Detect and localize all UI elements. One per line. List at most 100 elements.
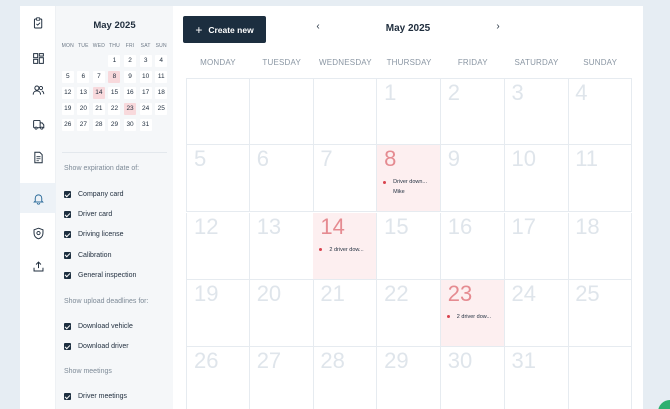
day-cell[interactable]: 23 2 driver dow... xyxy=(440,279,505,347)
rail-item-shield[interactable] xyxy=(20,218,56,248)
filter-checkbox-driving-license[interactable]: Driving license xyxy=(64,231,124,239)
day-cell[interactable]: 18 xyxy=(568,212,633,280)
mini-day[interactable]: 20 xyxy=(76,102,92,115)
day-cell[interactable]: 8 Driver down... Mike xyxy=(377,145,442,213)
filter-checkbox-download-driver[interactable]: Download driver xyxy=(64,343,129,351)
filter-checkbox-calibration[interactable]: Calibration xyxy=(64,251,111,259)
rail-item-truck[interactable] xyxy=(20,109,56,139)
shield-icon xyxy=(33,227,43,239)
day-number: 14 xyxy=(320,213,345,239)
event-item[interactable]: 2 driver dow... xyxy=(319,247,364,253)
filter-checkbox-driver-card[interactable]: Driver card xyxy=(64,211,112,219)
mini-day-number: 26 xyxy=(61,118,74,131)
day-cell[interactable]: 31 xyxy=(505,347,569,409)
mini-day[interactable]: 7 xyxy=(91,70,107,83)
mini-day[interactable]: 23 xyxy=(122,102,138,115)
mini-day[interactable]: 10 xyxy=(138,70,154,83)
rail-item-upload[interactable] xyxy=(20,251,56,281)
day-cell[interactable]: 15 xyxy=(377,212,442,280)
mini-day[interactable]: 11 xyxy=(153,70,169,83)
day-cell[interactable]: 6 xyxy=(249,145,314,213)
day-cell[interactable]: 14 2 driver dow... xyxy=(313,212,378,280)
mini-day[interactable]: 16 xyxy=(122,86,138,99)
day-cell[interactable]: 19 xyxy=(186,279,250,347)
checkbox-checked-icon[interactable] xyxy=(64,323,71,330)
event-item[interactable]: 2 driver dow... xyxy=(446,314,491,320)
mini-day[interactable]: 25 xyxy=(153,102,169,115)
checkbox-checked-icon[interactable] xyxy=(64,231,71,239)
day-cell[interactable]: 30 xyxy=(441,347,505,409)
mini-day[interactable]: 5 xyxy=(60,70,76,83)
event-item[interactable]: Driver down... xyxy=(383,179,427,185)
mini-day[interactable]: 21 xyxy=(91,102,107,115)
mini-day[interactable]: 15 xyxy=(107,86,123,99)
day-cell[interactable]: 2 xyxy=(440,78,505,145)
mini-day[interactable]: 17 xyxy=(138,86,154,99)
day-cell[interactable]: 29 xyxy=(377,347,442,409)
help-chat-button[interactable] xyxy=(658,400,670,409)
mini-day[interactable]: 28 xyxy=(91,118,107,131)
mini-weekday: THU xyxy=(109,43,120,49)
day-cell[interactable]: 27 xyxy=(250,347,314,409)
mini-day[interactable]: 2 xyxy=(122,54,138,67)
checkbox-checked-icon[interactable] xyxy=(64,393,71,400)
rail-item-bell[interactable] xyxy=(20,183,56,213)
mini-day[interactable]: 8 xyxy=(107,70,123,83)
checkbox-checked-icon[interactable] xyxy=(64,191,71,198)
mini-day[interactable]: 13 xyxy=(76,86,92,99)
filter-checkbox-driver-meetings[interactable]: Driver meetings xyxy=(64,393,127,400)
mini-day[interactable]: 6 xyxy=(76,70,92,83)
mini-day[interactable]: 12 xyxy=(60,86,76,99)
mini-day[interactable]: 1 xyxy=(107,54,123,67)
mini-day[interactable]: 18 xyxy=(153,86,169,99)
mini-day[interactable]: 3 xyxy=(138,54,154,67)
filter-checkbox-general-inspection[interactable]: General inspection xyxy=(64,271,136,279)
checkbox-checked-icon[interactable] xyxy=(64,211,71,219)
mini-day[interactable]: 29 xyxy=(107,118,123,131)
checkbox-checked-icon[interactable] xyxy=(64,271,71,279)
rail-item-dashboard-grid[interactable] xyxy=(20,43,56,73)
mini-day[interactable]: 31 xyxy=(138,118,154,131)
day-cell[interactable]: 25 xyxy=(568,279,633,347)
prev-month-button[interactable]: ‹ xyxy=(312,21,324,32)
day-cell[interactable]: 16 xyxy=(440,212,505,280)
day-cell[interactable]: 5 xyxy=(186,145,250,213)
day-cell[interactable]: 17 xyxy=(504,212,569,280)
day-cell[interactable]: 1 xyxy=(377,78,442,145)
mini-day[interactable]: 27 xyxy=(76,118,92,131)
day-cell[interactable]: 12 xyxy=(186,212,250,280)
create-new-button[interactable]: + Create new xyxy=(183,16,266,43)
day-cell[interactable]: 3 xyxy=(504,78,569,145)
rail-item-clipboard[interactable] xyxy=(20,8,56,38)
mini-day[interactable]: 26 xyxy=(60,118,76,131)
day-cell[interactable]: 10 xyxy=(504,145,569,213)
mini-day-empty xyxy=(91,54,107,67)
mini-day[interactable]: 24 xyxy=(138,102,154,115)
filter-label: Driver meetings xyxy=(78,393,128,400)
mini-day[interactable]: 9 xyxy=(122,70,138,83)
day-cell[interactable]: 13 xyxy=(249,212,314,280)
day-cell[interactable]: 20 xyxy=(249,279,314,347)
mini-day[interactable]: 30 xyxy=(122,118,138,131)
day-cell[interactable]: 28 xyxy=(313,347,378,409)
day-cell[interactable]: 22 xyxy=(377,279,442,347)
rail-item-users[interactable] xyxy=(20,75,56,105)
mini-day[interactable]: 4 xyxy=(153,54,169,67)
checkbox-checked-icon[interactable] xyxy=(64,343,71,351)
rail-item-document[interactable] xyxy=(20,142,56,172)
mini-day[interactable]: 22 xyxy=(107,102,123,115)
mini-day[interactable]: 14 xyxy=(91,86,107,99)
day-cell[interactable]: 7 xyxy=(313,145,378,213)
event-dot-icon xyxy=(446,315,450,319)
mini-day[interactable]: 19 xyxy=(60,102,76,115)
day-cell[interactable]: 24 xyxy=(504,279,569,347)
next-month-button[interactable]: › xyxy=(492,21,504,32)
checkbox-checked-icon[interactable] xyxy=(64,251,71,259)
day-cell[interactable]: 11 xyxy=(568,145,633,213)
day-cell[interactable]: 9 xyxy=(440,145,505,213)
filter-checkbox-company-card[interactable]: Company card xyxy=(64,191,124,198)
day-cell[interactable]: 4 xyxy=(568,78,633,145)
day-cell[interactable]: 26 xyxy=(186,347,250,409)
day-cell[interactable]: 21 xyxy=(313,279,378,347)
filter-checkbox-download-vehicle[interactable]: Download vehicle xyxy=(64,323,133,330)
